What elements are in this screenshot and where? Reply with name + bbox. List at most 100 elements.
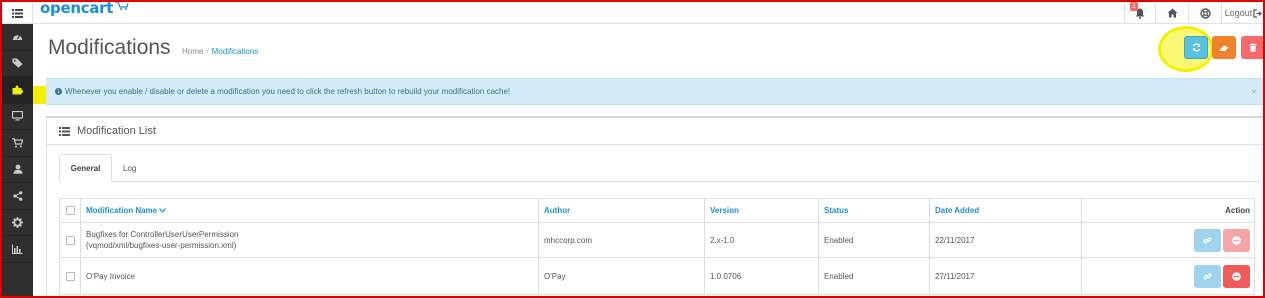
minus-circle-icon — [1232, 235, 1241, 245]
cart-icon — [12, 137, 23, 148]
cell-modification-name: Bugfixes for ControllerUserUserPermissio… — [80, 223, 538, 257]
eraser-icon — [1219, 45, 1229, 51]
minus-circle-icon — [1232, 271, 1241, 281]
logout-label: Logout — [1224, 8, 1253, 18]
link-button[interactable] — [1194, 228, 1221, 252]
sidebar-item-extensions[interactable] — [2, 77, 33, 104]
panel-title: Modification List — [77, 125, 156, 137]
user-icon — [13, 164, 22, 175]
tab-general[interactable]: General — [59, 154, 112, 182]
sidebar-item-design[interactable] — [2, 104, 33, 130]
sidebar-item-marketing[interactable] — [2, 183, 33, 210]
puzzle-icon — [12, 85, 23, 95]
tab-bar: General Log — [59, 154, 1259, 182]
menu-icon — [11, 8, 23, 18]
top-header: opencart 1 Logout — [2, 2, 1263, 24]
tag-icon — [12, 58, 23, 69]
name-block: Bugfixes for ControllerUserUserPermissio… — [86, 229, 239, 251]
home-icon — [1167, 8, 1177, 18]
cell-date-added: 22/11/2017 — [929, 223, 1081, 257]
delete-button[interactable] — [1241, 36, 1263, 59]
select-all-cell — [60, 199, 80, 222]
row-select-cell — [60, 258, 80, 294]
disable-button[interactable] — [1223, 264, 1250, 288]
app-window: opencart 1 Logout Modifications Home / M… — [0, 0, 1265, 298]
cog-icon — [12, 216, 23, 228]
table-row: O'Pay Invoice O'Pay 1.0.0706 Enabled 27/… — [60, 258, 1254, 294]
menu-toggle-button[interactable] — [2, 2, 33, 24]
alert-message: Whenever you enable / disable or delete … — [65, 87, 511, 96]
sidebar-item-dashboard[interactable] — [2, 24, 33, 51]
breadcrumb-home[interactable]: Home — [182, 47, 203, 56]
panel-heading: Modification List — [47, 118, 1263, 145]
sort-caret-icon — [159, 208, 167, 213]
trash-icon — [1249, 43, 1257, 52]
cell-status: Enabled — [818, 223, 929, 257]
logout-button[interactable]: Logout — [1221, 2, 1263, 24]
header-name-label: Modification Name — [86, 206, 158, 215]
notifications-button[interactable]: 1 — [1124, 2, 1155, 24]
cell-modification-name: O'Pay Invoice — [80, 258, 538, 294]
sidebar-item-system[interactable] — [2, 210, 33, 236]
sidebar — [2, 24, 33, 296]
sidebar-item-catalog[interactable] — [2, 51, 33, 77]
row-checkbox[interactable] — [65, 271, 75, 281]
brand-text: opencart — [40, 0, 114, 17]
cell-action — [1081, 258, 1256, 294]
header-modification-name[interactable]: Modification Name — [80, 199, 538, 222]
info-icon — [55, 88, 62, 95]
header-author[interactable]: Author — [538, 199, 704, 222]
header-date-added[interactable]: Date Added — [929, 199, 1081, 222]
home-button[interactable] — [1155, 2, 1188, 24]
lifebuoy-icon — [1199, 7, 1211, 19]
clear-button[interactable] — [1212, 36, 1236, 59]
highlight-marker — [33, 86, 46, 104]
cell-date-added: 27/11/2017 — [929, 258, 1081, 294]
breadcrumb-modifications[interactable]: Modifications — [212, 47, 259, 56]
row-checkbox[interactable] — [65, 235, 75, 245]
header-version[interactable]: Version — [704, 199, 818, 222]
link-icon — [1203, 236, 1212, 244]
header-action: Action — [1081, 199, 1256, 222]
modification-list-panel: Modification List General Log Modificati… — [46, 116, 1263, 296]
refresh-icon — [1192, 43, 1200, 52]
header-status[interactable]: Status — [818, 199, 929, 222]
cell-version: 1.0.0706 — [704, 258, 818, 294]
sidebar-item-reports[interactable] — [2, 236, 33, 263]
page-title: Modifications — [48, 36, 171, 59]
logo-cart-icon — [115, 2, 129, 10]
bar-chart-icon — [12, 244, 23, 254]
alert-close-button[interactable]: × — [1251, 87, 1257, 98]
dashboard-icon — [12, 34, 23, 41]
modifications-table: Modification Name Author Version Status … — [59, 198, 1255, 295]
tab-log[interactable]: Log — [123, 154, 136, 182]
disable-button[interactable] — [1223, 228, 1250, 252]
name-line-1: Bugfixes for ControllerUserUserPermissio… — [86, 230, 239, 239]
list-icon — [59, 126, 70, 136]
cell-author: mhccorp.com — [538, 223, 704, 257]
sidebar-item-sales[interactable] — [2, 130, 33, 157]
brand-logo[interactable]: opencart — [40, 0, 129, 17]
table-header-row: Modification Name Author Version Status … — [60, 199, 1254, 223]
cell-author: O'Pay — [538, 258, 704, 294]
sidebar-item-customers[interactable] — [2, 157, 33, 183]
row-select-cell — [60, 223, 80, 257]
help-button[interactable] — [1188, 2, 1221, 24]
notification-badge: 1 — [1130, 2, 1138, 11]
top-right-nav: 1 Logout — [1124, 2, 1263, 24]
logout-icon — [1253, 8, 1263, 18]
breadcrumb-separator: / — [206, 47, 209, 56]
cell-status: Enabled — [818, 258, 929, 294]
name-line-2: (vqmod/xml/bugfixes-user-permission.xml) — [86, 241, 237, 250]
select-all-checkbox[interactable] — [65, 206, 75, 215]
breadcrumb: Home / Modifications — [182, 47, 258, 56]
link-icon — [1203, 272, 1212, 280]
cell-action — [1081, 223, 1256, 257]
link-button[interactable] — [1194, 264, 1221, 288]
share-icon — [12, 190, 22, 201]
refresh-button[interactable] — [1184, 36, 1208, 59]
info-alert: Whenever you enable / disable or delete … — [46, 78, 1263, 105]
desktop-icon — [12, 111, 23, 121]
table-row: Bugfixes for ControllerUserUserPermissio… — [60, 223, 1254, 258]
cell-version: 2.x-1.0 — [704, 223, 818, 257]
